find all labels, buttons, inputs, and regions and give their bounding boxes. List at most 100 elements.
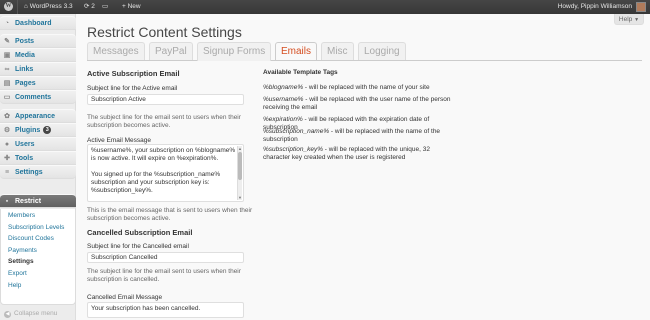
- tag-code: %username%: [263, 96, 304, 103]
- tag-description: - will be replaced with the name of your…: [303, 84, 430, 91]
- page-title: Restrict Content Settings: [87, 24, 242, 40]
- lock-icon: ▪: [5, 198, 9, 205]
- menu-label: Restrict: [15, 198, 42, 205]
- active-message-text: %username%, your subscription on %blogna…: [91, 147, 236, 194]
- menu-label: Settings: [15, 169, 43, 176]
- scroll-down-arrow-icon[interactable]: ▼: [238, 195, 242, 200]
- caret-down-icon: ▼: [634, 17, 640, 23]
- home-icon: ⌂: [24, 3, 28, 10]
- menu-label: Posts: [15, 38, 35, 45]
- collapse-label: Collapse menu: [14, 310, 58, 317]
- menu-item-appearance[interactable]: ✿ Appearance: [0, 109, 76, 123]
- cancelled-subject-description: The subject line for the email sent to u…: [87, 268, 241, 283]
- menu-label: Dashboard: [15, 20, 52, 27]
- active-message-label: Active Email Message: [87, 137, 151, 144]
- cancelled-section-title: Cancelled Subscription Email: [87, 228, 193, 237]
- menu-item-users[interactable]: ● Users: [0, 137, 76, 151]
- admin-bar: W ⌂ WordPress 3.3 ⟳ 2 ▭ + New Howdy, Pip…: [0, 0, 650, 14]
- help-label: Help: [618, 16, 633, 23]
- plus-icon: +: [122, 3, 126, 10]
- menu-item-comments[interactable]: ▭ Comments: [0, 90, 76, 104]
- plugins-label: Plugins: [15, 127, 41, 134]
- tab-logging[interactable]: Logging: [358, 42, 406, 61]
- menu-label: Tools: [15, 155, 34, 162]
- tab-signup-forms[interactable]: Signup Forms: [197, 42, 272, 61]
- collapse-menu-button[interactable]: ◀ Collapse menu: [4, 310, 57, 318]
- menu-item-posts[interactable]: ✎ Posts: [0, 34, 76, 48]
- menu-label: Comments: [15, 94, 52, 101]
- help-button[interactable]: Help ▼: [614, 14, 644, 25]
- tag-code: %blogname%: [263, 84, 304, 91]
- menu-item-pages[interactable]: ▤ Pages: [0, 76, 76, 90]
- plugins-update-badge: 3: [43, 126, 52, 134]
- posts-icon: ✎: [4, 38, 10, 45]
- restrict-submenu: Members Subscription Levels Discount Cod…: [0, 209, 76, 305]
- submenu-item-payments[interactable]: Payments: [1, 245, 75, 257]
- tab-emails[interactable]: Emails: [275, 42, 318, 61]
- tab-paypal[interactable]: PayPal: [149, 42, 193, 61]
- settings-icon: ≡: [4, 169, 10, 176]
- tag-code: %expiration%: [263, 116, 303, 123]
- comment-bubble-icon: ▭: [102, 3, 109, 10]
- submenu-item-help[interactable]: Help: [1, 280, 75, 292]
- template-tag-item: %blogname% - will be replaced with the n…: [263, 84, 453, 92]
- menu-item-restrict[interactable]: ▪ Restrict: [0, 194, 76, 208]
- dashboard-icon: ◔: [4, 20, 10, 27]
- menu-item-media[interactable]: ▣ Media: [0, 48, 76, 62]
- account-menu[interactable]: Howdy, Pippin Williamson: [558, 0, 632, 14]
- updates-icon: ⟳: [84, 3, 90, 10]
- menu-label: Appearance: [15, 113, 56, 120]
- menu-label: Pages: [15, 80, 36, 87]
- menu-item-dashboard[interactable]: ◔ Dashboard: [0, 16, 76, 30]
- tab-misc[interactable]: Misc: [321, 42, 354, 61]
- active-subject-label: Subject line for the Active email: [87, 85, 178, 92]
- comments-icon: ▭: [3, 94, 11, 101]
- site-name-link[interactable]: ⌂ WordPress 3.3: [24, 0, 73, 14]
- tab-messages[interactable]: Messages: [87, 42, 145, 61]
- menu-item-plugins[interactable]: ⚙ Plugins 3: [0, 123, 76, 137]
- tag-code: %subscription_name%: [263, 128, 330, 135]
- menu-item-tools[interactable]: ✚ Tools: [0, 151, 76, 165]
- menu-item-settings[interactable]: ≡ Settings: [0, 165, 76, 179]
- template-tags-title: Available Template Tags: [263, 69, 338, 76]
- appearance-icon: ✿: [4, 113, 10, 120]
- new-content-link[interactable]: + New: [122, 0, 141, 14]
- menu-label: Plugins 3: [15, 124, 52, 138]
- users-icon: ●: [4, 141, 10, 148]
- template-tag-item: %username% - will be replaced with the u…: [263, 96, 453, 112]
- submenu-item-members[interactable]: Members: [1, 210, 75, 222]
- scroll-thumb[interactable]: [238, 152, 242, 180]
- comments-link[interactable]: ▭: [102, 0, 108, 14]
- active-subject-input[interactable]: Subscription Active: [87, 94, 244, 105]
- textarea-scrollbar[interactable]: ▲ ▼: [237, 146, 242, 200]
- template-tag-item: %subscription_key% - will be replaced wi…: [263, 146, 453, 162]
- submenu-item-export[interactable]: Export: [1, 268, 75, 280]
- cancelled-message-textarea[interactable]: Your subscription has been cancelled.: [87, 302, 244, 318]
- active-message-textarea[interactable]: %username%, your subscription on %blogna…: [87, 144, 244, 202]
- submenu-item-discount-codes[interactable]: Discount Codes: [1, 233, 75, 245]
- menu-label: Media: [15, 52, 35, 59]
- menu-label: Links: [15, 66, 34, 73]
- cancelled-message-text: Your subscription has been cancelled.: [91, 305, 201, 312]
- active-subject-description: The subject line for the email sent to u…: [87, 114, 241, 129]
- wordpress-icon: W: [4, 1, 13, 11]
- menu-item-links[interactable]: ∞ Links: [0, 62, 76, 76]
- template-tag-item: %subscription_name% - will be replaced w…: [263, 128, 453, 144]
- submenu-item-subscription-levels[interactable]: Subscription Levels: [1, 222, 75, 234]
- tools-icon: ✚: [4, 155, 10, 162]
- scroll-up-arrow-icon[interactable]: ▲: [238, 146, 242, 151]
- submenu-item-settings[interactable]: Settings: [1, 256, 75, 268]
- cancelled-subject-label: Subject line for the Cancelled email: [87, 243, 189, 250]
- howdy-text: Howdy, Pippin Williamson: [557, 3, 632, 10]
- updates-link[interactable]: ⟳ 2: [84, 0, 95, 14]
- avatar[interactable]: [636, 2, 646, 12]
- tag-code: %subscription_key%: [263, 146, 323, 153]
- admin-menu: ◔ Dashboard ✎ Posts ▣ Media ∞ Links ▤ Pa…: [0, 14, 76, 320]
- updates-count: 2: [91, 3, 95, 10]
- cancelled-subject-input[interactable]: Subscription Cancelled: [87, 252, 244, 263]
- site-name: WordPress 3.3: [29, 3, 73, 10]
- wordpress-logo-menu[interactable]: W: [0, 0, 18, 14]
- active-message-description: This is the email message that is sent t…: [87, 207, 253, 222]
- menu-label: Users: [15, 141, 35, 148]
- media-icon: ▣: [3, 52, 11, 59]
